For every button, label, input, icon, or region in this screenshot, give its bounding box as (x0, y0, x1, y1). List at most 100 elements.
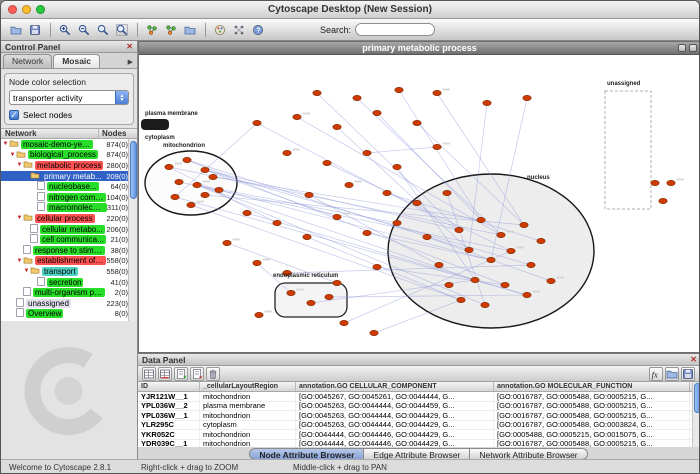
unselect-attributes-icon[interactable] (158, 367, 172, 381)
tree-scrollbar-thumb[interactable] (130, 141, 137, 199)
graph-node[interactable] (457, 297, 465, 302)
tree-expand-icon[interactable]: ▼ (2, 141, 9, 147)
graph-node[interactable] (273, 220, 281, 225)
graph-node[interactable] (253, 120, 261, 125)
graph-node[interactable] (477, 217, 485, 222)
tab-mosaic[interactable]: Mosaic (53, 54, 100, 68)
graph-node[interactable] (433, 90, 441, 95)
graph-node[interactable] (393, 164, 401, 169)
graph-node[interactable] (283, 150, 291, 155)
graph-node[interactable] (353, 95, 361, 100)
graph-node[interactable] (395, 87, 403, 92)
save-session-icon[interactable] (26, 21, 44, 39)
tree-row[interactable]: primary metab...209(0) (1, 171, 137, 182)
tree-row[interactable]: multi-organism pro...2(0) (1, 287, 137, 298)
table-row[interactable]: YPL036W__1mitochondrion[GO:0045263, GO:0… (138, 411, 700, 421)
graph-node[interactable] (423, 234, 431, 239)
graph-node[interactable] (667, 180, 675, 185)
graph-node[interactable] (523, 292, 531, 297)
graph-node[interactable] (527, 262, 535, 267)
tree-row[interactable]: nitrogen compo...104(0) (1, 192, 137, 203)
graph-node[interactable] (413, 200, 421, 205)
network-view-titlebar[interactable]: primary metabolic process (139, 42, 700, 55)
function-builder-icon[interactable]: fx (649, 367, 663, 381)
graph-node[interactable] (520, 222, 528, 227)
graph-node[interactable] (465, 247, 473, 252)
graph-node[interactable] (523, 95, 531, 100)
graph-node[interactable] (293, 114, 301, 119)
tree-scrollbar[interactable] (128, 139, 137, 321)
graph-node[interactable] (323, 160, 331, 165)
graph-node[interactable] (537, 238, 545, 243)
graph-node[interactable] (287, 290, 295, 295)
graph-node[interactable] (175, 179, 183, 184)
graph-node[interactable] (255, 312, 263, 317)
node-color-dropdown[interactable]: transporter activity (9, 90, 129, 105)
graph-node[interactable] (171, 194, 179, 199)
tree-row[interactable]: ▼transport558(0) (1, 266, 137, 277)
tree-row[interactable]: ▼biological_process874(0) (1, 150, 137, 161)
table-row[interactable]: YJR121W__1mitochondrion[GO:0045267, GO:0… (138, 392, 700, 402)
graph-node[interactable] (303, 234, 311, 239)
tree-row[interactable]: ▼metabolic process280(0) (1, 160, 137, 171)
close-panel-icon[interactable] (126, 43, 133, 51)
tab-overflow-arrow-icon[interactable]: ▶ (128, 58, 135, 68)
graph-node[interactable] (340, 320, 348, 325)
graph-node[interactable] (201, 192, 209, 197)
minimize-window-button[interactable] (22, 5, 31, 14)
column-header[interactable]: _cellularLayoutRegion (200, 382, 296, 391)
graph-node[interactable] (433, 144, 441, 149)
tree-row[interactable]: nucleobase...64(0) (1, 181, 137, 192)
tree-row[interactable]: cell communica...21(0) (1, 234, 137, 245)
attribute-table-header[interactable]: ID_cellularLayoutRegionannotation.GO CEL… (138, 382, 700, 392)
tree-expand-icon[interactable]: ▼ (16, 162, 23, 168)
graph-node[interactable] (325, 294, 333, 299)
graph-node[interactable] (373, 110, 381, 115)
graph-node[interactable] (659, 198, 667, 203)
tree-row[interactable]: macromolecule...311(0) (1, 203, 137, 214)
tree-row[interactable]: secretion41(0) (1, 277, 137, 288)
table-row[interactable]: YPL036W__2plasma membrane[GO:0045263, GO… (138, 402, 700, 412)
graph-node[interactable] (209, 174, 217, 179)
graph-node[interactable] (333, 214, 341, 219)
graph-node[interactable] (373, 264, 381, 269)
graph-node[interactable] (651, 180, 659, 185)
graph-node[interactable] (443, 190, 451, 195)
graph-node[interactable] (471, 277, 479, 282)
graph-node[interactable] (333, 124, 341, 129)
graph-node[interactable] (363, 150, 371, 155)
zoom-selected-icon[interactable] (94, 21, 112, 39)
tree-row[interactable]: unassigned223(0) (1, 298, 137, 309)
graph-node[interactable] (313, 90, 321, 95)
graph-node[interactable] (435, 262, 443, 267)
graph-node[interactable] (481, 302, 489, 307)
graph-node[interactable] (223, 240, 231, 245)
graph-node[interactable] (165, 164, 173, 169)
zoom-window-button[interactable] (36, 5, 45, 14)
graph-node[interactable] (393, 220, 401, 225)
tab-network[interactable]: Network (3, 54, 52, 68)
table-scrollbar-thumb[interactable] (694, 383, 700, 413)
zoom-out-icon[interactable] (75, 21, 93, 39)
graph-node[interactable] (187, 202, 195, 207)
vizmapper-icon[interactable] (211, 21, 229, 39)
search-input[interactable] (355, 23, 435, 36)
column-header[interactable]: ID (138, 382, 200, 391)
graph-node[interactable] (201, 167, 209, 172)
view-close-icon[interactable] (689, 44, 697, 52)
new-attribute-icon[interactable] (174, 367, 188, 381)
graph-node[interactable] (183, 157, 191, 162)
close-window-button[interactable] (8, 5, 17, 14)
tree-expand-icon[interactable]: ▼ (9, 152, 16, 158)
tree-row[interactable]: ▼establishment of lo...558(0) (1, 256, 137, 267)
tree-row[interactable]: ▼cellular process220(0) (1, 213, 137, 224)
layout-icon[interactable] (230, 21, 248, 39)
graph-node[interactable] (333, 280, 341, 285)
column-header[interactable]: annotation.GO MOLECULAR_FUNCTION (494, 382, 690, 391)
network-overview-icon[interactable] (143, 21, 161, 39)
tree-row[interactable]: cellular metabo...206(0) (1, 224, 137, 235)
graph-node[interactable] (413, 120, 421, 125)
graph-node[interactable] (305, 192, 313, 197)
graph-node[interactable] (487, 257, 495, 262)
table-scrollbar[interactable] (692, 382, 700, 449)
